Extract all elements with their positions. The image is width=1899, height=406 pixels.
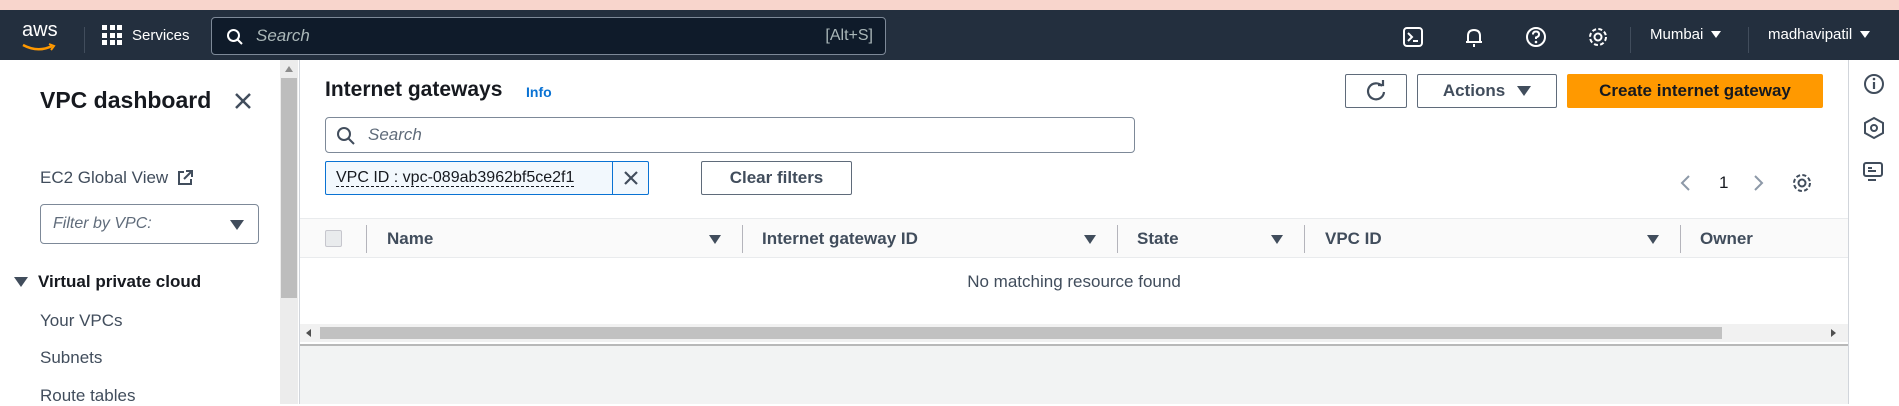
table-horizontal-scrollbar[interactable]: [300, 324, 1848, 342]
notifications-bell-icon[interactable]: [1462, 25, 1486, 49]
divider: [1630, 27, 1631, 53]
vpc-filter-placeholder: Filter by VPC:: [53, 215, 152, 232]
sidebar-item-subnets[interactable]: Subnets: [40, 348, 102, 368]
sidebar-item-route-tables[interactable]: Route tables: [40, 386, 135, 406]
grid-icon: [102, 25, 122, 45]
cloudshell-icon[interactable]: [1401, 25, 1425, 49]
create-internet-gateway-button[interactable]: Create internet gateway: [1567, 74, 1823, 108]
split-panel-area: [300, 344, 1848, 404]
caret-down-icon: [1517, 86, 1532, 96]
caret-down-icon: [1860, 31, 1871, 38]
sort-icon[interactable]: [1647, 235, 1659, 244]
search-icon: [227, 29, 243, 45]
column-header-state[interactable]: State: [1137, 229, 1179, 249]
column-divider: [366, 225, 367, 253]
next-page-icon[interactable]: [1749, 174, 1767, 192]
aws-logo-text: aws: [22, 19, 58, 41]
sidebar-scrollbar[interactable]: [280, 60, 298, 404]
scroll-left-arrow-icon[interactable]: [306, 329, 311, 337]
remove-filter-button[interactable]: [612, 162, 648, 194]
current-page-number[interactable]: 1: [1719, 173, 1728, 193]
sidebar-close-button[interactable]: [230, 88, 256, 114]
caret-down-icon: [1711, 31, 1722, 38]
column-divider[interactable]: [1117, 225, 1118, 253]
global-search-input[interactable]: Search [Alt+S]: [211, 17, 886, 55]
browser-top-strip: [0, 0, 1899, 10]
page-title: Internet gateways: [325, 78, 503, 101]
account-menu[interactable]: madhavipatil: [1768, 26, 1871, 43]
filter-token[interactable]: VPC ID : vpc-089ab3962bf5ce2f1: [325, 161, 649, 195]
refresh-button[interactable]: [1345, 74, 1407, 108]
right-tools-rail: [1848, 60, 1899, 404]
aws-logo[interactable]: aws: [22, 19, 62, 51]
table-search-input[interactable]: Search: [325, 117, 1135, 153]
sidebar: VPC dashboard EC2 Global View Filter by …: [0, 60, 280, 406]
expand-caret-icon: [14, 277, 28, 287]
services-menu-button[interactable]: Services: [102, 25, 190, 45]
empty-state-message: No matching resource found: [967, 272, 1181, 291]
divider: [84, 27, 85, 53]
info-link[interactable]: Info: [526, 84, 552, 100]
info-panel-icon[interactable]: [1862, 72, 1886, 96]
actions-button[interactable]: Actions: [1417, 74, 1557, 108]
sidebar-item-label: EC2 Global View: [40, 168, 169, 187]
sidebar-section-label: Virtual private cloud: [38, 272, 202, 291]
sidebar-section-virtual-private-cloud[interactable]: Virtual private cloud: [14, 272, 201, 292]
top-navigation-bar: aws Services Search [Alt+S] Mumbai madha…: [0, 10, 1899, 60]
search-placeholder: Search: [368, 125, 422, 144]
help-icon[interactable]: [1524, 25, 1548, 49]
close-icon: [623, 171, 638, 185]
column-header-owner[interactable]: Owner: [1700, 229, 1753, 249]
clear-filters-button[interactable]: Clear filters: [701, 161, 852, 195]
select-all-checkbox[interactable]: [325, 230, 342, 247]
sort-icon[interactable]: [1084, 235, 1096, 244]
hexagon-icon[interactable]: [1862, 116, 1886, 140]
feedback-screen-icon[interactable]: [1862, 160, 1886, 184]
external-link-icon: [178, 170, 194, 185]
close-icon: [235, 93, 251, 109]
column-header-vpc-id[interactable]: VPC ID: [1325, 229, 1382, 249]
previous-page-icon[interactable]: [1677, 174, 1695, 192]
filter-token-label[interactable]: VPC ID : vpc-089ab3962bf5ce2f1: [336, 169, 575, 187]
table-header: Name Internet gateway ID State VPC ID Ow…: [300, 218, 1848, 258]
column-divider[interactable]: [1304, 225, 1305, 253]
settings-gear-icon[interactable]: [1586, 25, 1610, 49]
main-content: Internet gateways Info Actions Create in…: [300, 60, 1848, 404]
table-preferences-gear-icon[interactable]: [1791, 172, 1813, 194]
search-placeholder: Search: [256, 26, 310, 45]
divider: [1748, 27, 1749, 53]
column-divider[interactable]: [1680, 225, 1681, 253]
sidebar-title[interactable]: VPC dashboard: [40, 87, 211, 114]
region-selector[interactable]: Mumbai: [1650, 26, 1722, 43]
search-icon: [337, 127, 355, 145]
sidebar-item-ec2-global-view[interactable]: EC2 Global View: [40, 168, 194, 188]
search-shortcut-hint: [Alt+S]: [825, 27, 873, 44]
refresh-icon: [1366, 80, 1386, 101]
services-label: Services: [132, 26, 190, 44]
region-label: Mumbai: [1650, 26, 1704, 43]
sort-icon[interactable]: [709, 235, 721, 244]
sort-icon[interactable]: [1271, 235, 1283, 244]
actions-label: Actions: [1442, 81, 1506, 100]
column-header-name[interactable]: Name: [387, 229, 433, 249]
aws-smile-icon: [22, 43, 56, 51]
column-header-internet-gateway-id[interactable]: Internet gateway ID: [762, 229, 918, 249]
scroll-up-arrow-icon[interactable]: [285, 66, 293, 72]
scrollbar-thumb[interactable]: [320, 327, 1722, 339]
username-label: madhavipatil: [1768, 26, 1853, 43]
column-divider[interactable]: [742, 225, 743, 253]
caret-down-icon: [230, 220, 244, 230]
scrollbar-thumb[interactable]: [281, 78, 297, 298]
sidebar-item-your-vpcs[interactable]: Your VPCs: [40, 311, 123, 331]
scroll-right-arrow-icon[interactable]: [1831, 329, 1836, 337]
vpc-filter-select[interactable]: Filter by VPC:: [40, 204, 259, 244]
